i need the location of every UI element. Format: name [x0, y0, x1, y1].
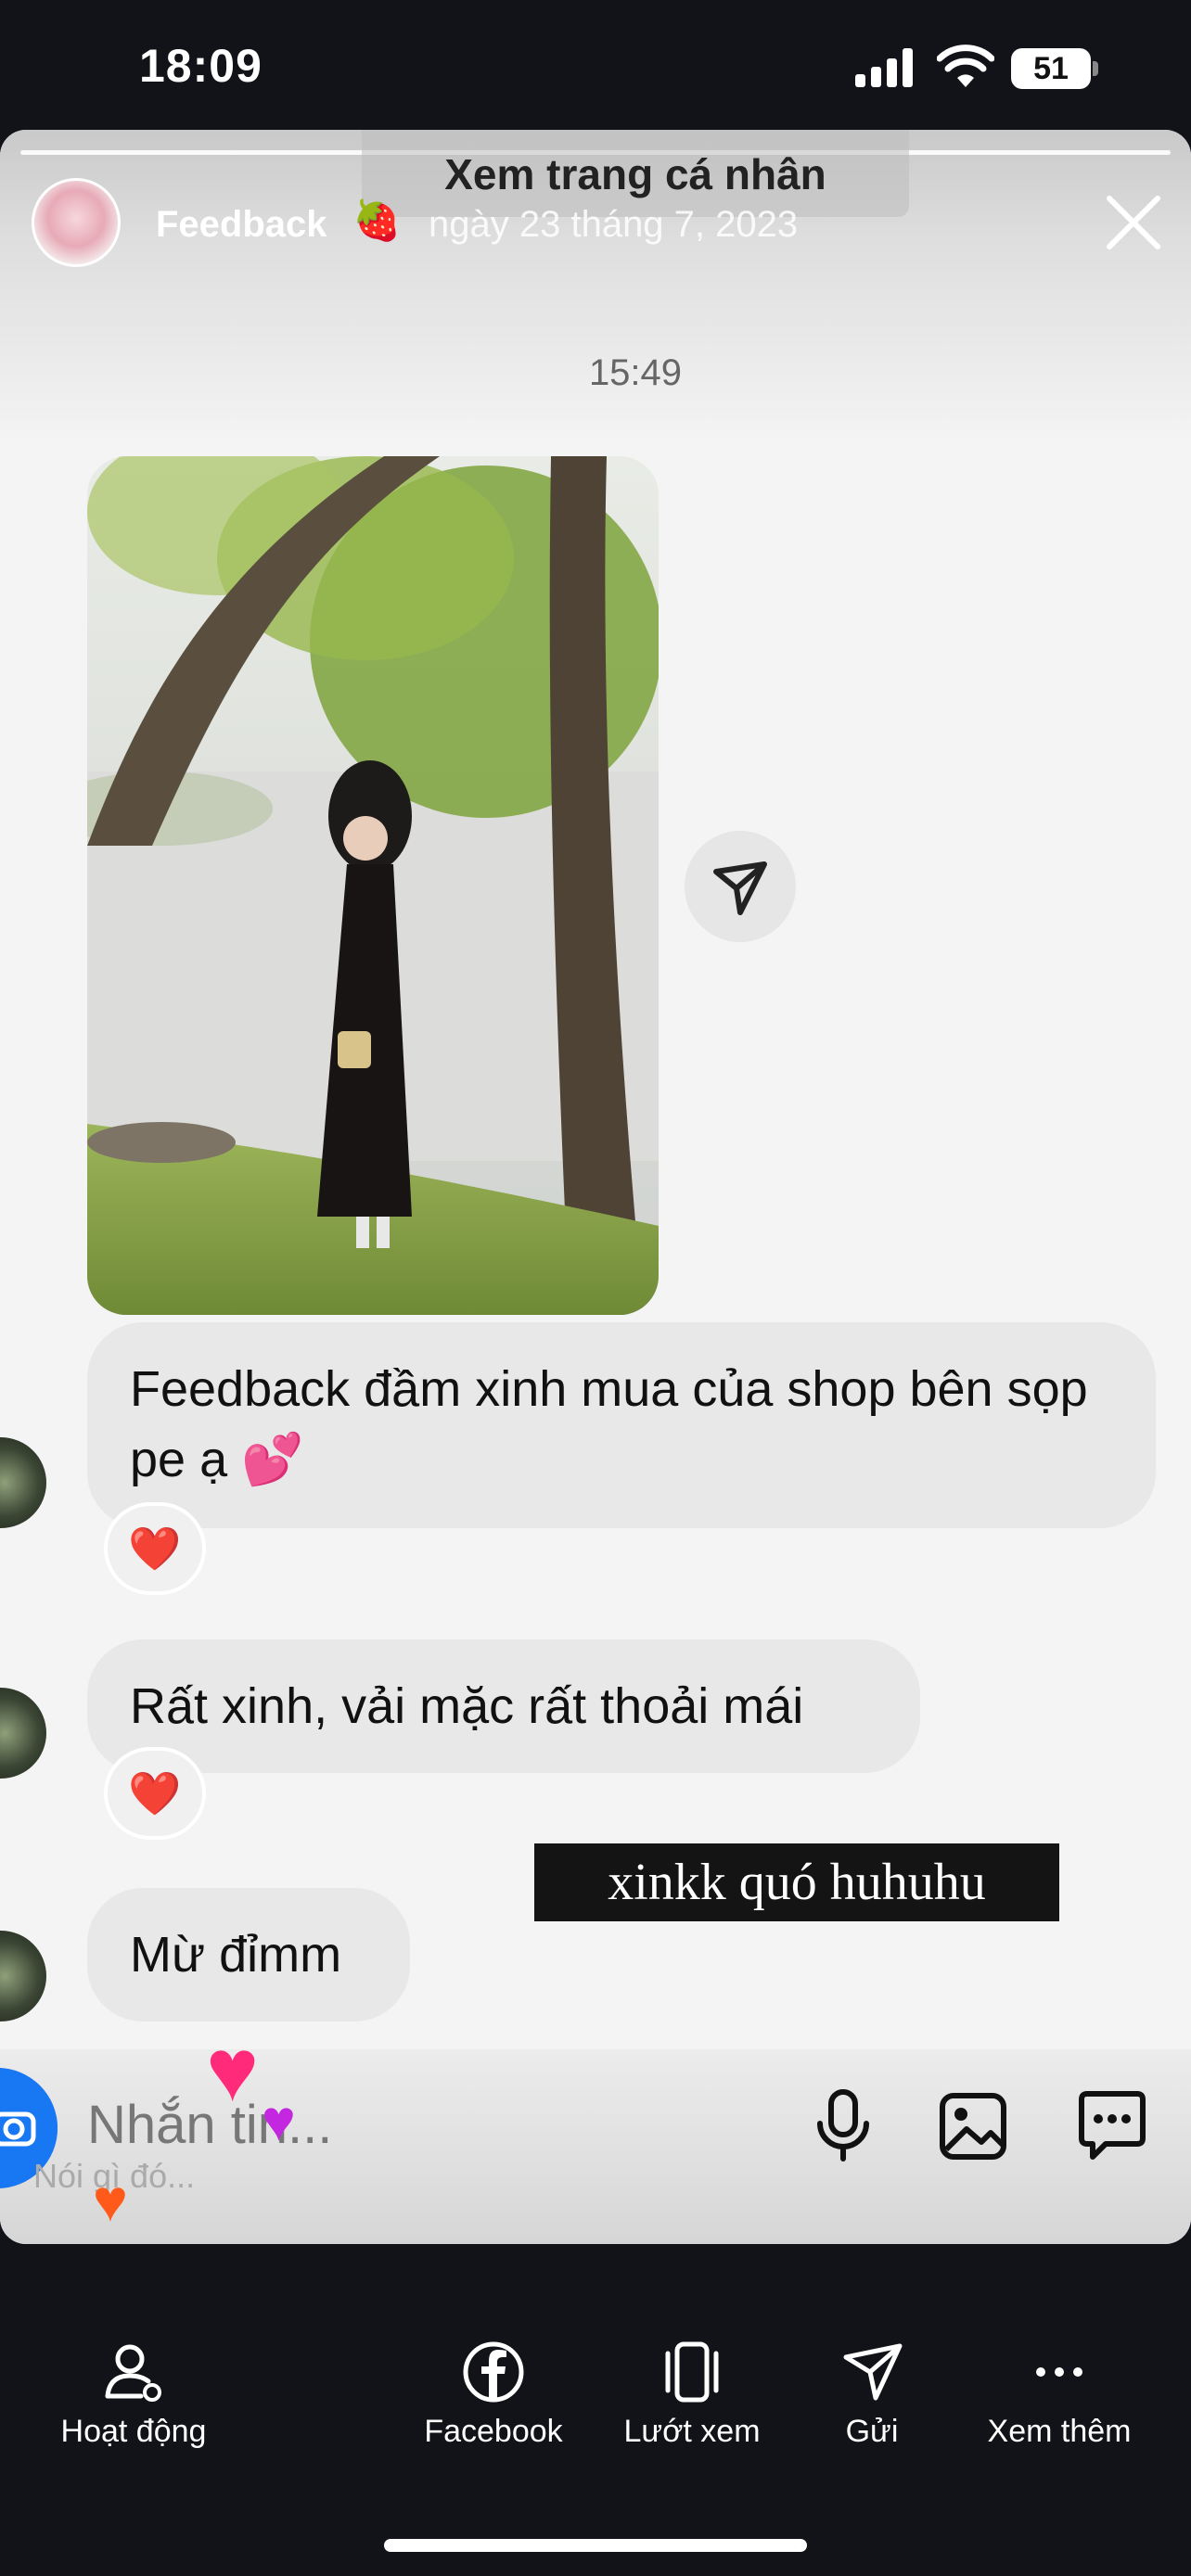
send-icon	[843, 2343, 903, 2401]
chat-options-icon[interactable]	[1078, 2088, 1146, 2162]
message-reaction[interactable]: ❤️	[104, 1747, 206, 1840]
home-indicator[interactable]	[384, 2539, 807, 2552]
story-caption: xinkk quó huhuhu	[534, 1843, 1059, 1921]
nav-activity[interactable]: Hoạt động	[41, 2339, 226, 2450]
nav-label: Facebook	[424, 2414, 563, 2449]
close-icon[interactable]	[1104, 193, 1163, 252]
nav-label: Xem thêm	[987, 2414, 1132, 2449]
sender-avatar[interactable]	[0, 1931, 46, 2021]
nav-label: Lướt xem	[623, 2414, 761, 2449]
microphone-icon[interactable]	[809, 2088, 877, 2162]
floating-heart-icon: ♥	[206, 2021, 259, 2120]
nav-facebook[interactable]: Facebook	[401, 2339, 586, 2450]
story-date: ngày 23 tháng 7, 2023	[429, 204, 799, 245]
battery-level: 51	[1033, 51, 1069, 86]
floating-heart-icon: ♥	[262, 2089, 296, 2153]
message-bubble[interactable]: Mừ đỉmm	[87, 1888, 410, 2021]
message-bubble[interactable]: Rất xinh, vải mặc rất thoải mái	[87, 1639, 920, 1773]
floating-heart-icon: ♥	[93, 2167, 128, 2234]
sender-avatar[interactable]	[0, 1688, 46, 1779]
share-photo-button[interactable]	[685, 831, 796, 942]
message-bubble[interactable]: Feedback đầm xinh mua của shop bên sọp p…	[87, 1322, 1156, 1528]
wifi-icon	[937, 45, 994, 87]
browse-icon	[665, 2341, 719, 2403]
story-card: Xem trang cá nhân Feedback 🍓 ngày 23 thá…	[0, 130, 1191, 2244]
story-username[interactable]: Feedback	[156, 204, 327, 246]
chat-timestamp: 15:49	[588, 352, 683, 393]
facebook-icon	[463, 2341, 524, 2403]
sender-avatar[interactable]	[0, 1437, 46, 1528]
signal-icon	[855, 48, 913, 87]
nav-browse[interactable]: Lướt xem	[599, 2339, 785, 2450]
nav-more[interactable]: Xem thêm	[967, 2339, 1152, 2450]
username-emoji: 🍓	[352, 198, 402, 242]
more-icon	[1036, 2367, 1082, 2377]
activity-icon	[105, 2344, 161, 2402]
photo-message[interactable]	[87, 456, 659, 1315]
nav-label: Gửi	[845, 2414, 899, 2449]
nav-label: Hoạt động	[60, 2414, 207, 2449]
battery-icon: 51	[1011, 48, 1100, 91]
nav-send[interactable]: Gửi	[798, 2339, 946, 2450]
gallery-icon[interactable]	[939, 2088, 1007, 2162]
status-time: 18:09	[139, 40, 263, 92]
message-reaction[interactable]: ❤️	[104, 1502, 206, 1595]
avatar[interactable]	[32, 178, 121, 267]
